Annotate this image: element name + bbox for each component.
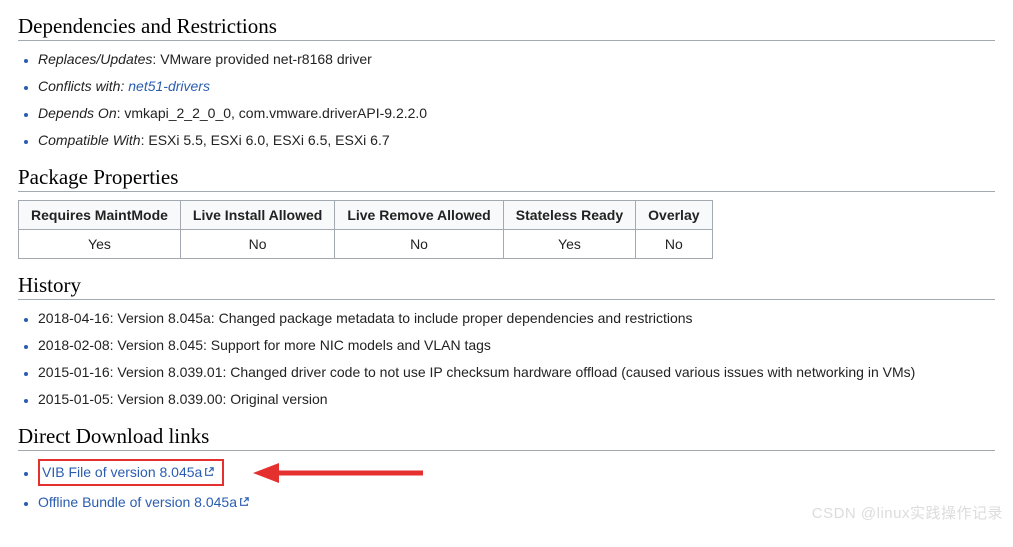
heading-package-properties: Package Properties xyxy=(18,165,995,192)
arrow-annotation xyxy=(253,460,423,486)
heading-dependencies: Dependencies and Restrictions xyxy=(18,14,995,41)
dependencies-list: Replaces/Updates: VMware provided net-r8… xyxy=(18,49,995,151)
dep-label: Replaces/Updates xyxy=(38,51,152,67)
cell-overlay: No xyxy=(636,230,712,259)
col-stateless: Stateless Ready xyxy=(503,201,635,230)
dep-value: VMware provided net-r8168 driver xyxy=(160,51,372,67)
list-item: 2015-01-16: Version 8.039.01: Changed dr… xyxy=(38,362,995,383)
cell-maintmode: Yes xyxy=(19,230,181,259)
heading-history: History xyxy=(18,273,995,300)
external-link-icon xyxy=(239,492,249,513)
col-live-remove: Live Remove Allowed xyxy=(335,201,503,230)
list-item: Compatible With: ESXi 5.5, ESXi 6.0, ESX… xyxy=(38,130,995,151)
col-maintmode: Requires MaintMode xyxy=(19,201,181,230)
dep-label: Conflicts with: xyxy=(38,78,124,94)
heading-direct-download: Direct Download links xyxy=(18,424,995,451)
list-item: Replaces/Updates: VMware provided net-r8… xyxy=(38,49,995,70)
external-link-icon xyxy=(204,462,214,483)
cell-live-install: No xyxy=(180,230,334,259)
package-properties-table: Requires MaintMode Live Install Allowed … xyxy=(18,200,713,259)
list-item: 2015-01-05: Version 8.039.00: Original v… xyxy=(38,389,995,410)
list-item: VIB File of version 8.045a xyxy=(38,459,995,486)
table-row: Yes No No Yes No xyxy=(19,230,713,259)
highlight-box: VIB File of version 8.045a xyxy=(38,459,224,486)
link-vib-file[interactable]: VIB File of version 8.045a xyxy=(42,464,214,480)
list-item: Offline Bundle of version 8.045a xyxy=(38,492,995,513)
cell-live-remove: No xyxy=(335,230,503,259)
table-header-row: Requires MaintMode Live Install Allowed … xyxy=(19,201,713,230)
col-live-install: Live Install Allowed xyxy=(180,201,334,230)
list-item: 2018-02-08: Version 8.045: Support for m… xyxy=(38,335,995,356)
cell-stateless: Yes xyxy=(503,230,635,259)
history-list: 2018-04-16: Version 8.045a: Changed pack… xyxy=(18,308,995,410)
download-list: VIB File of version 8.045a Offline Bundl… xyxy=(18,459,995,513)
dep-label: Depends On xyxy=(38,105,117,121)
list-item: Conflicts with: net51-drivers xyxy=(38,76,995,97)
col-overlay: Overlay xyxy=(636,201,712,230)
list-item: 2018-04-16: Version 8.045a: Changed pack… xyxy=(38,308,995,329)
dep-label: Compatible With xyxy=(38,132,141,148)
dep-value: vmkapi_2_2_0_0, com.vmware.driverAPI-9.2… xyxy=(124,105,427,121)
list-item: Depends On: vmkapi_2_2_0_0, com.vmware.d… xyxy=(38,103,995,124)
link-offline-bundle[interactable]: Offline Bundle of version 8.045a xyxy=(38,494,249,510)
link-net51-drivers[interactable]: net51-drivers xyxy=(128,78,210,94)
dep-value: ESXi 5.5, ESXi 6.0, ESXi 6.5, ESXi 6.7 xyxy=(148,132,389,148)
